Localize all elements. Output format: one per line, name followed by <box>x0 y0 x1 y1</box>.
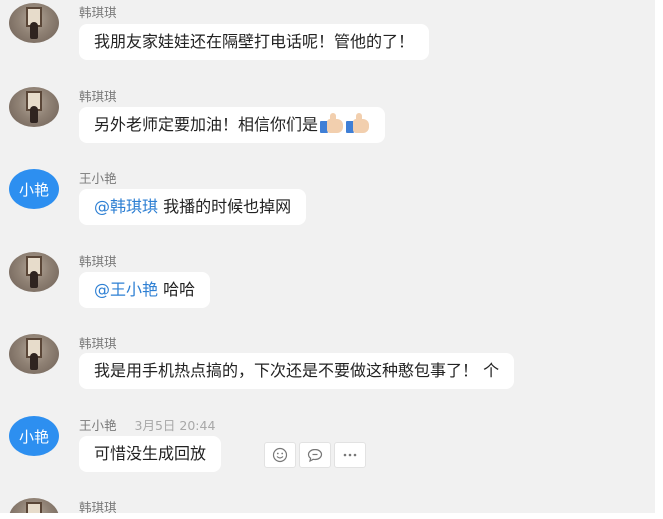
avatar[interactable] <box>9 3 59 43</box>
frame-edge <box>0 513 663 519</box>
sender-name: 韩琪琪 <box>79 254 117 269</box>
sender-name: 韩琪琪 <box>79 89 117 104</box>
avatar[interactable]: 小艳 <box>9 169 59 209</box>
message-bubble[interactable]: @王小艳 哈哈 <box>79 272 211 308</box>
message-bubble[interactable]: 我朋友家娃娃还在隔壁打电话呢！管他的了！ <box>79 24 430 60</box>
avatar[interactable] <box>9 252 59 292</box>
thumbs-up-icon <box>346 113 370 133</box>
message-bubble[interactable]: 另外老师定要加油！相信你们是 <box>79 107 386 143</box>
message-bubble[interactable]: 可惜没生成回放 <box>79 436 222 472</box>
message-hover-actions <box>264 442 366 468</box>
message-text: 我是用手机热点搞的，下次还是不要做这种憨包事了！ 个 <box>94 361 500 380</box>
message-time: 3月5日 20:44 <box>134 418 216 433</box>
message-bubble[interactable]: @韩琪琪 我播的时候也掉网 <box>79 189 307 225</box>
avatar[interactable]: 小艳 <box>9 416 59 456</box>
chat-panel: 韩琪琪 我朋友家娃娃还在隔壁打电话呢！管他的了！ 韩琪琪 另外老师定要加油！相信… <box>0 0 655 513</box>
avatar[interactable] <box>9 498 59 513</box>
avatar[interactable] <box>9 334 59 374</box>
reply-icon[interactable] <box>299 442 331 468</box>
message-text: 哈哈 <box>158 280 196 299</box>
message-text: 我朋友家娃娃还在隔壁打电话呢！管他的了！ <box>94 32 415 51</box>
sender-name: 王小艳 <box>79 171 117 186</box>
mention-link[interactable]: @韩琪琪 <box>94 197 158 216</box>
emoji-icon[interactable] <box>264 442 296 468</box>
sender-name: 韩琪琪 <box>79 336 117 351</box>
sender-name-text: 王小艳 <box>79 418 117 433</box>
message-text: 另外老师定要加油！相信你们是 <box>94 115 319 134</box>
message-text: 可惜没生成回放 <box>94 444 207 463</box>
avatar-text: 小艳 <box>18 427 49 446</box>
sender-name: 韩琪琪 <box>79 5 117 20</box>
message-bubble[interactable]: 我是用手机热点搞的，下次还是不要做这种憨包事了！ 个 <box>79 353 515 389</box>
thumbs-up-icon <box>320 113 344 133</box>
sender-name: 王小艳 3月5日 20:44 <box>79 415 215 434</box>
avatar[interactable] <box>9 87 59 127</box>
message-text: 我播的时候也掉网 <box>158 197 292 216</box>
frame-edge <box>655 0 663 519</box>
more-icon[interactable] <box>334 442 366 468</box>
sender-name: 韩琪琪 <box>79 500 117 513</box>
avatar-text: 小艳 <box>18 180 49 199</box>
mention-link[interactable]: @王小艳 <box>94 280 158 299</box>
